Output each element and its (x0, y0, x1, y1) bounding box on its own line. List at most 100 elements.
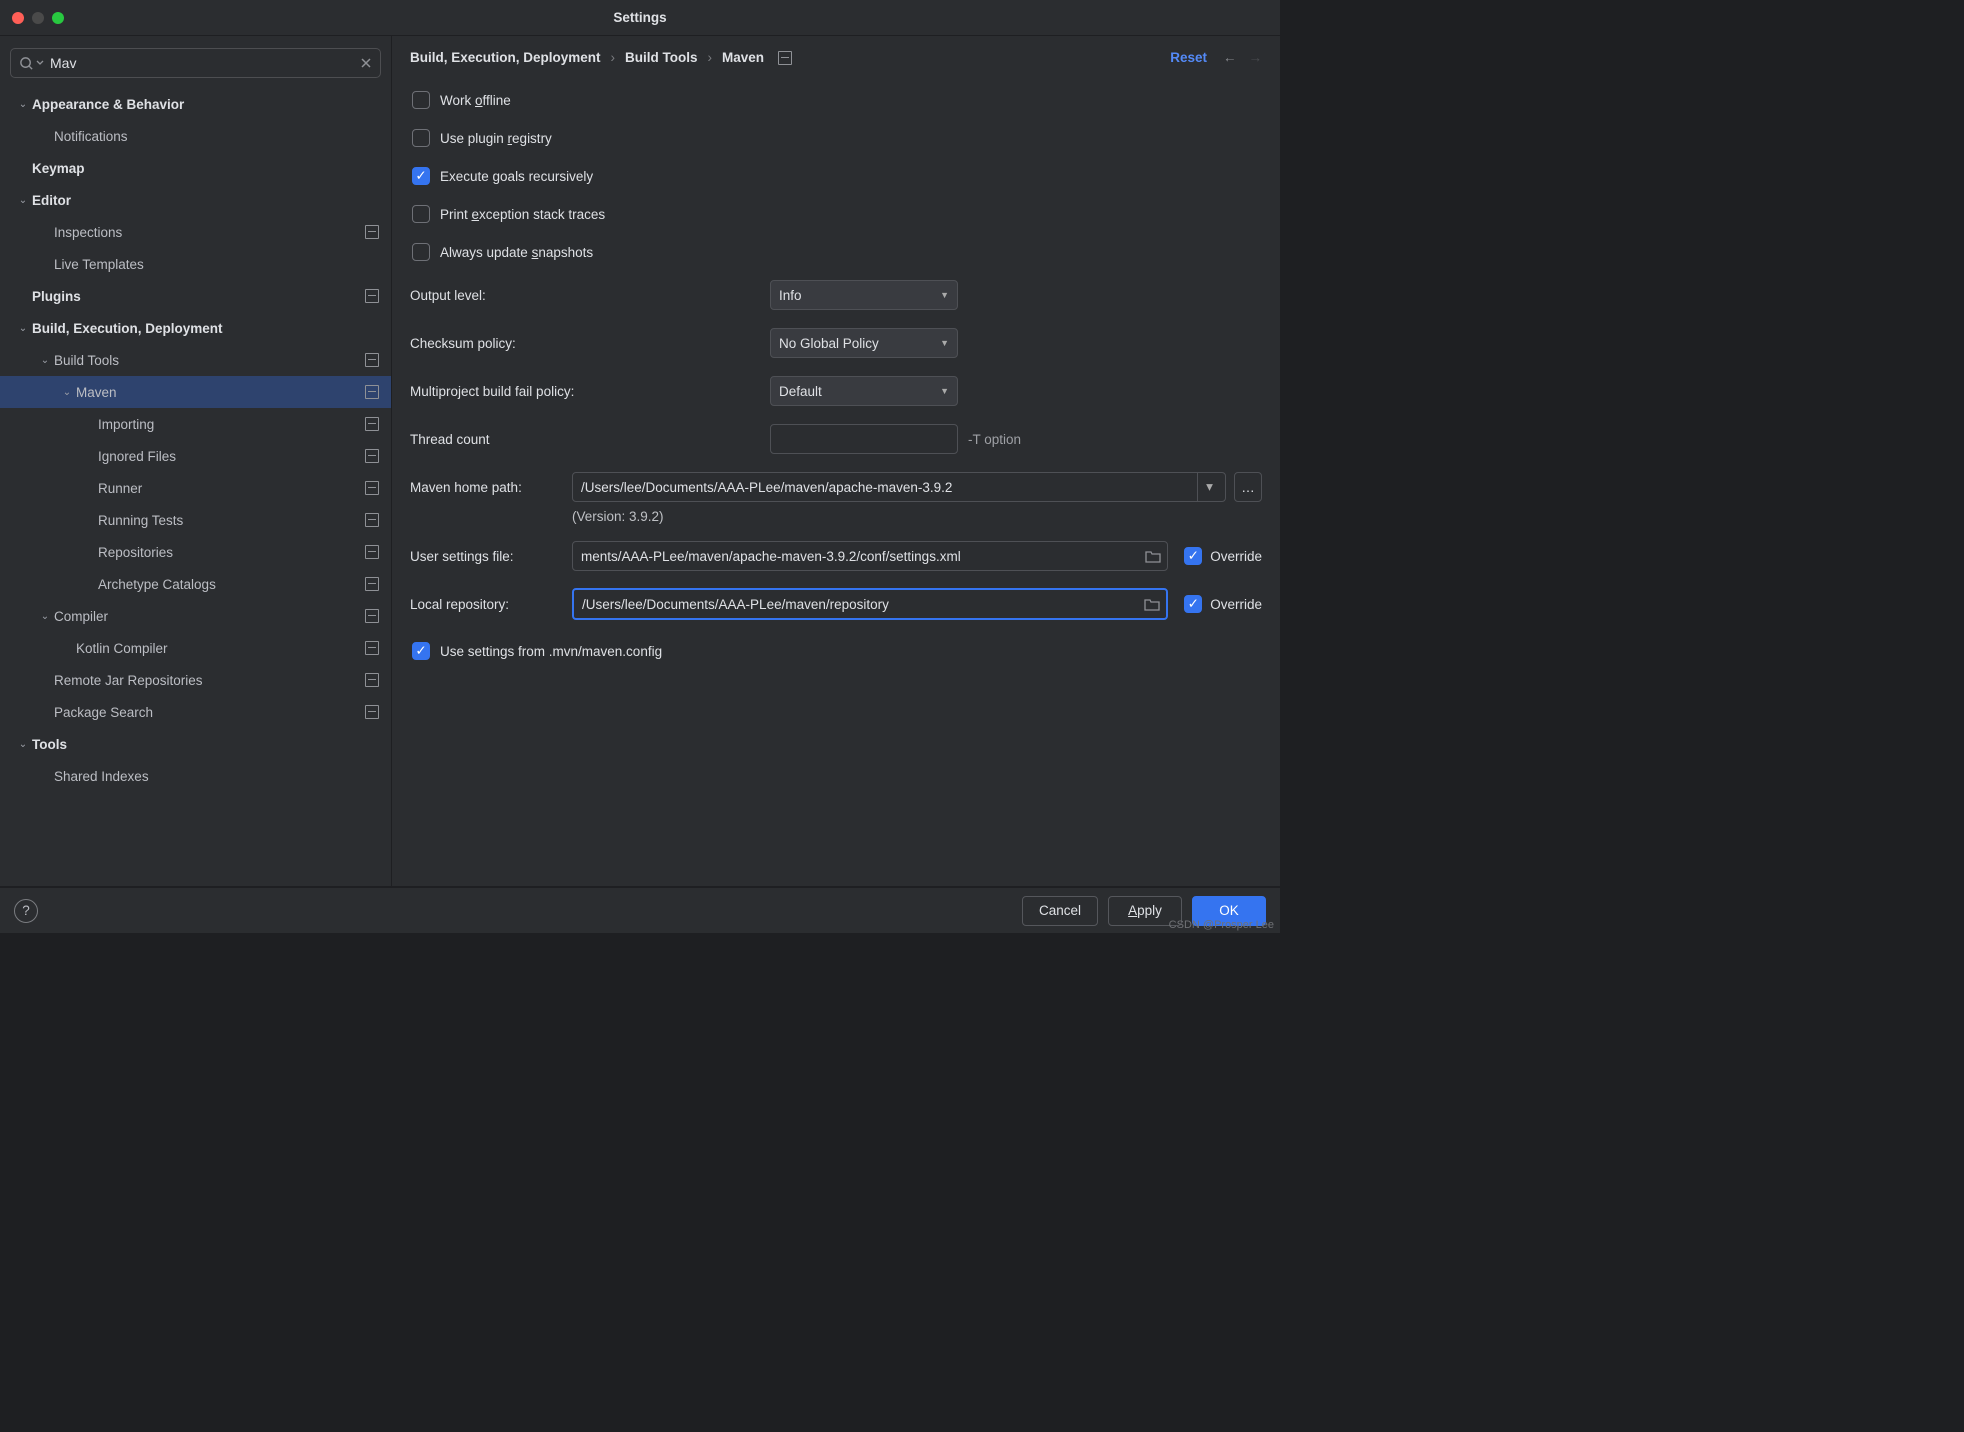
tree-item-label: Archetype Catalogs (98, 577, 359, 592)
execute-goals-checkbox[interactable]: ✓ (412, 167, 430, 185)
override-label: Override (1210, 597, 1262, 612)
tree-item-label: Inspections (54, 225, 359, 240)
project-scope-icon (365, 673, 379, 687)
output-level-select[interactable]: Info▼ (770, 280, 958, 310)
browse-button[interactable]: … (1234, 472, 1262, 502)
breadcrumb-item[interactable]: Build, Execution, Deployment (410, 50, 601, 65)
user-settings-input[interactable] (573, 549, 1143, 564)
tree-item-repositories[interactable]: Repositories (0, 536, 391, 568)
tree-item-label: Tools (32, 737, 379, 752)
chevron-down-icon[interactable]: ⌄ (36, 611, 54, 622)
ok-button[interactable]: OK (1192, 896, 1266, 926)
tree-item-maven[interactable]: ⌄Maven (0, 376, 391, 408)
cancel-button[interactable]: Cancel (1022, 896, 1098, 926)
tree-item-ignored-files[interactable]: Ignored Files (0, 440, 391, 472)
work-offline-label: Work offline (440, 93, 511, 108)
tree-item-notifications[interactable]: Notifications (0, 120, 391, 152)
breadcrumb-separator: › (708, 50, 713, 65)
execute-goals-label: Execute goals recursively (440, 169, 593, 184)
folder-icon[interactable] (1142, 594, 1162, 614)
tree-item-shared-indexes[interactable]: Shared Indexes (0, 760, 391, 792)
print-exception-checkbox[interactable] (412, 205, 430, 223)
chevron-down-icon[interactable] (36, 59, 44, 67)
chevron-down-icon[interactable]: ⌄ (14, 99, 32, 110)
tree-item-importing[interactable]: Importing (0, 408, 391, 440)
local-repo-input-wrap[interactable] (572, 588, 1168, 620)
apply-button[interactable]: Apply (1108, 896, 1182, 926)
chevron-down-icon[interactable]: ⌄ (58, 387, 76, 398)
help-button[interactable]: ? (14, 899, 38, 923)
thread-count-label: Thread count (410, 432, 770, 447)
maven-home-input[interactable] (573, 480, 1197, 495)
tree-item-build-execution-deployment[interactable]: ⌄Build, Execution, Deployment (0, 312, 391, 344)
user-settings-override-checkbox[interactable]: ✓ (1184, 547, 1202, 565)
tree-item-inspections[interactable]: Inspections (0, 216, 391, 248)
tree-item-compiler[interactable]: ⌄Compiler (0, 600, 391, 632)
tree-item-running-tests[interactable]: Running Tests (0, 504, 391, 536)
version-note: (Version: 3.9.2) (410, 509, 1262, 524)
project-scope-icon (365, 481, 379, 495)
tree-item-build-tools[interactable]: ⌄Build Tools (0, 344, 391, 376)
chevron-down-icon[interactable]: ⌄ (36, 355, 54, 366)
tree-item-keymap[interactable]: Keymap (0, 152, 391, 184)
project-scope-icon (365, 417, 379, 431)
project-scope-icon (365, 705, 379, 719)
tree-item-live-templates[interactable]: Live Templates (0, 248, 391, 280)
window-title: Settings (0, 10, 1280, 25)
user-settings-input-wrap[interactable] (572, 541, 1168, 571)
print-exception-label: Print exception stack traces (440, 207, 605, 222)
thread-count-input[interactable] (770, 424, 958, 454)
tree-item-runner[interactable]: Runner (0, 472, 391, 504)
tree-item-label: Maven (76, 385, 359, 400)
maven-home-input-wrap[interactable]: ▾ (572, 472, 1226, 502)
tree-item-label: Build, Execution, Deployment (32, 321, 379, 336)
minimize-window-button[interactable] (32, 12, 44, 24)
search-input[interactable] (44, 55, 360, 71)
tree-item-editor[interactable]: ⌄Editor (0, 184, 391, 216)
user-settings-label: User settings file: (410, 549, 572, 564)
breadcrumb-item[interactable]: Maven (722, 50, 764, 65)
project-scope-icon (365, 609, 379, 623)
settings-sidebar: ⌄Appearance & BehaviorNotificationsKeyma… (0, 36, 392, 886)
zoom-window-button[interactable] (52, 12, 64, 24)
tree-item-appearance-behavior[interactable]: ⌄Appearance & Behavior (0, 88, 391, 120)
project-scope-icon (365, 225, 379, 239)
local-repo-input[interactable] (574, 597, 1142, 612)
tree-item-plugins[interactable]: Plugins (0, 280, 391, 312)
settings-tree: ⌄Appearance & BehaviorNotificationsKeyma… (0, 88, 391, 792)
tree-item-label: Plugins (32, 289, 359, 304)
close-window-button[interactable] (12, 12, 24, 24)
back-arrow[interactable]: ← (1223, 50, 1237, 65)
checksum-policy-select[interactable]: No Global Policy▼ (770, 328, 958, 358)
reset-link[interactable]: Reset (1170, 50, 1207, 65)
folder-icon[interactable] (1143, 546, 1163, 566)
tree-item-archetype-catalogs[interactable]: Archetype Catalogs (0, 568, 391, 600)
local-repo-override-checkbox[interactable]: ✓ (1184, 595, 1202, 613)
chevron-down-icon[interactable]: ⌄ (14, 739, 32, 750)
multiproject-select[interactable]: Default▼ (770, 376, 958, 406)
search-box[interactable] (10, 48, 381, 78)
project-scope-icon (365, 385, 379, 399)
work-offline-checkbox[interactable] (412, 91, 430, 109)
breadcrumb-item[interactable]: Build Tools (625, 50, 698, 65)
tree-item-tools[interactable]: ⌄Tools (0, 728, 391, 760)
tree-item-label: Appearance & Behavior (32, 97, 379, 112)
plugin-registry-checkbox[interactable] (412, 129, 430, 147)
chevron-down-icon[interactable]: ⌄ (14, 195, 32, 206)
chevron-down-icon[interactable]: ▾ (1197, 472, 1221, 502)
footer: ? Cancel Apply OK (0, 887, 1280, 933)
tree-item-label: Editor (32, 193, 379, 208)
clear-icon[interactable] (360, 57, 372, 69)
use-mvn-config-checkbox[interactable]: ✓ (412, 642, 430, 660)
use-mvn-config-label: Use settings from .mvn/maven.config (440, 644, 662, 659)
tree-item-package-search[interactable]: Package Search (0, 696, 391, 728)
chevron-down-icon: ▼ (940, 386, 949, 396)
tree-item-kotlin-compiler[interactable]: Kotlin Compiler (0, 632, 391, 664)
breadcrumb-separator: › (611, 50, 616, 65)
maven-home-label: Maven home path: (410, 480, 572, 495)
update-snapshots-checkbox[interactable] (412, 243, 430, 261)
chevron-down-icon[interactable]: ⌄ (14, 323, 32, 334)
tree-item-remote-jar-repositories[interactable]: Remote Jar Repositories (0, 664, 391, 696)
tree-item-label: Importing (98, 417, 359, 432)
tree-item-label: Keymap (32, 161, 379, 176)
